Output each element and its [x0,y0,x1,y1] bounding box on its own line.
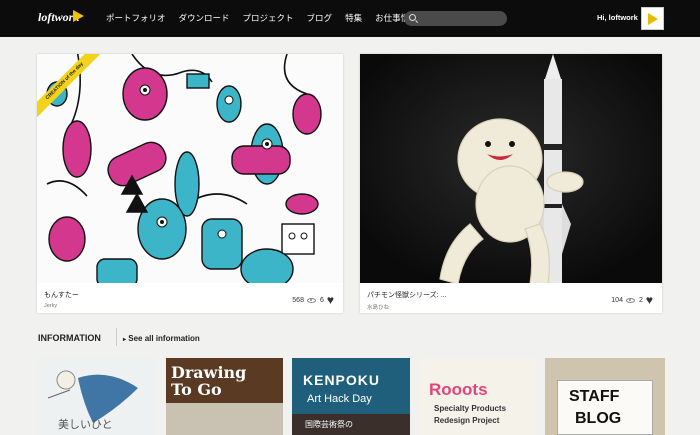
card-title[interactable]: もんすたー [44,290,79,300]
nav-item-download[interactable]: ダウンロード [179,12,230,24]
nav-item-blog[interactable]: ブログ [307,12,333,24]
card-title[interactable]: パチモン怪獣シリーズ: ... [367,290,446,300]
tile-caption: Redesign Project [434,416,500,425]
card-author[interactable]: 水島ひね [367,303,389,311]
tile-text: Drawing To Go [171,363,247,399]
info-tile[interactable]: STAFF BLOG [545,358,665,435]
info-tile[interactable]: KENPOKU Art Hack Day 国際芸術祭の [292,358,410,435]
tile-background [166,403,283,435]
tile-subtitle: BLOG [575,410,622,427]
creation-image[interactable] [360,54,662,283]
nav-item-project[interactable]: プロジェクト [243,12,294,24]
tile-subtitle: Art Hack Day [307,393,372,405]
main-nav: ポートフォリオ ダウンロード プロジェクト ブログ 特集 お仕事情報 [106,12,431,24]
like-count: 2 [638,296,643,304]
eye-icon [625,297,635,303]
heart-icon[interactable]: ♥ [646,294,653,306]
logo-triangle-icon [73,10,84,22]
divider [116,328,117,346]
creation-image[interactable]: CREATION of the day [37,54,343,283]
search-input[interactable] [404,11,507,26]
info-tile[interactable]: 美しいひと [38,358,156,435]
card-stats: 568 6 ♥ [292,294,334,306]
information-heading: INFORMATION [38,333,101,343]
felt-monster-photo [360,54,662,283]
view-count: 104 [611,296,623,304]
see-all-information-label: See all information [128,334,200,343]
nav-item-feature[interactable]: 特集 [345,12,362,24]
tile-title: KENPOKU [303,372,381,388]
see-all-information-link[interactable]: ▸ See all information [123,334,200,343]
nav-item-portfolio[interactable]: ポートフォリオ [106,12,166,24]
tile-caption: 国際芸術祭の [305,420,353,429]
heart-icon[interactable]: ♥ [327,294,334,306]
tile-title: STAFF [569,388,620,405]
top-navigation-bar: loftwork ポートフォリオ ダウンロード プロジェクト ブログ 特集 お仕… [0,0,700,37]
like-count: 6 [319,296,324,304]
monster-illustration [46,54,322,283]
tile-title: Rooots [429,380,488,399]
user-greeting[interactable]: Hi, loftwork [597,13,638,22]
tile-text: 美しいひと [58,418,113,431]
creation-card[interactable]: パチモン怪獣シリーズ: ... 水島ひね 104 2 ♥ [360,54,662,313]
arrow-right-icon: ▸ [123,337,127,343]
eye-icon [306,297,316,303]
view-count: 568 [292,296,304,304]
avatar[interactable] [641,7,664,30]
creation-card[interactable]: CREATION of the day もんすたー Jerky 568 6 ♥ [37,54,343,313]
card-stats: 104 2 ♥ [611,294,653,306]
info-tile[interactable]: Drawing To Go [166,358,283,435]
search-icon [409,14,416,21]
tile-subtitle: Specialty Products [434,404,507,413]
card-author[interactable]: Jerky [44,303,57,309]
info-tile[interactable]: Rooots Specialty Products Redesign Proje… [418,358,536,435]
